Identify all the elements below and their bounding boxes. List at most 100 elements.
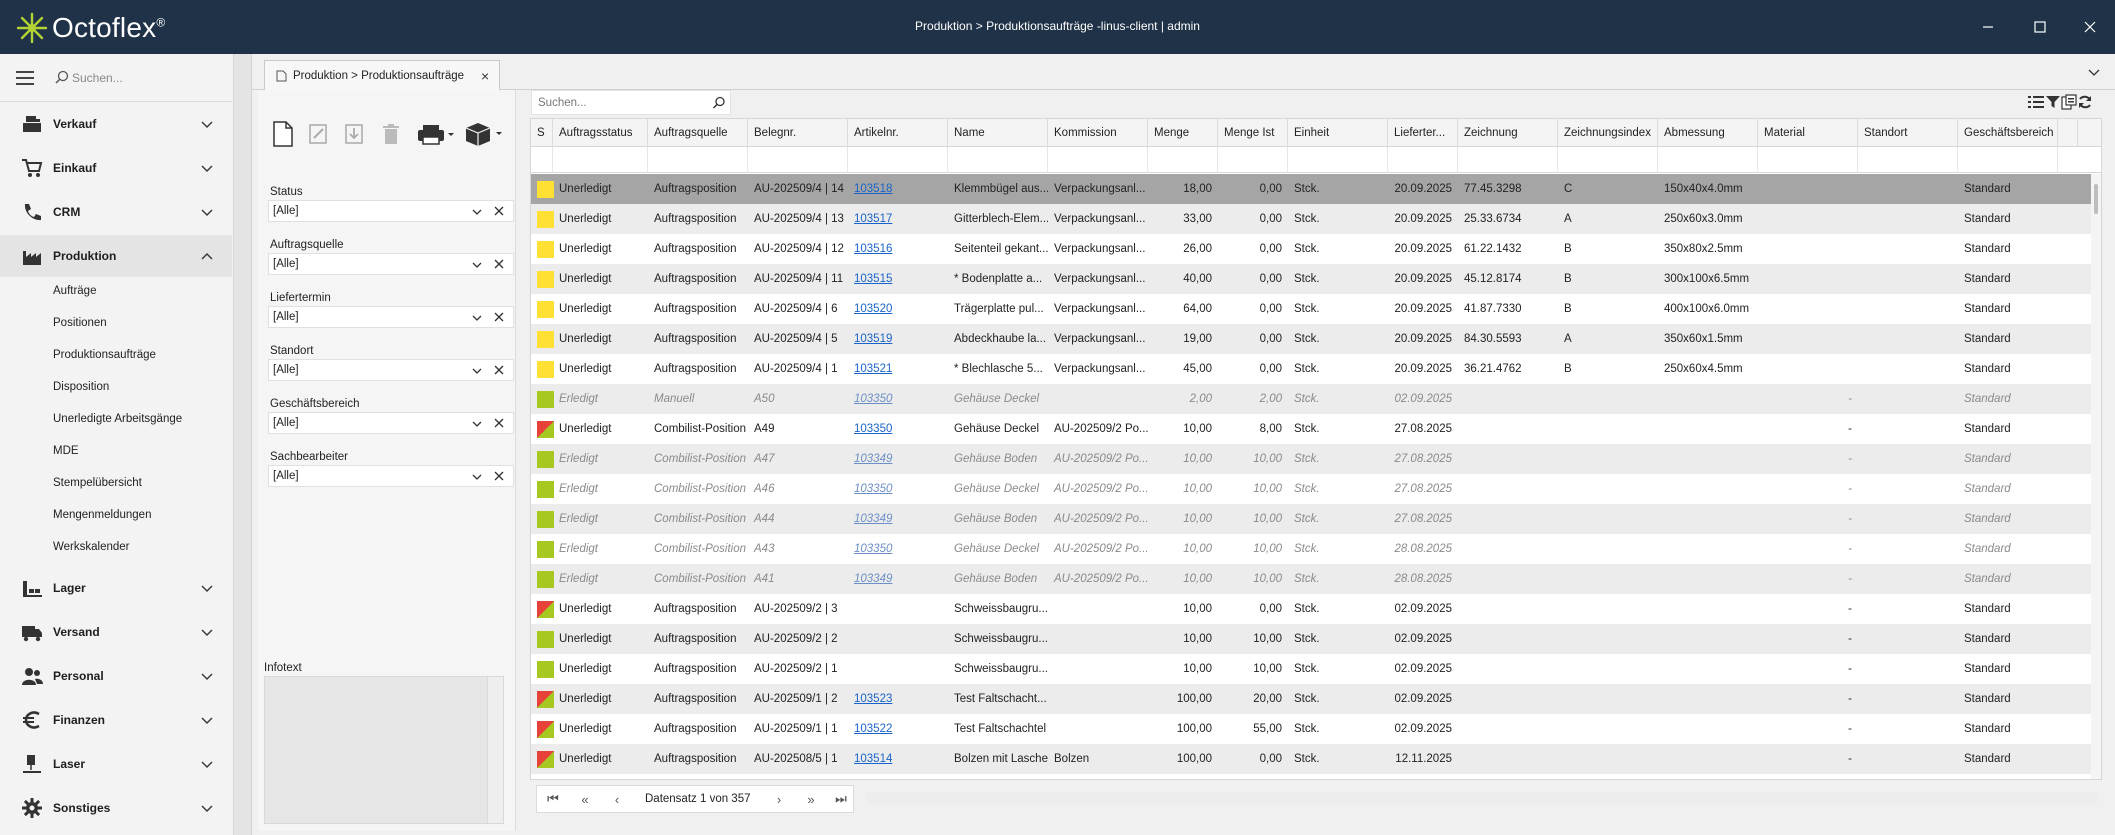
minimize-button[interactable] — [1966, 14, 2010, 40]
liefertermin-select[interactable]: [Alle] — [268, 306, 514, 328]
new-document-button[interactable] — [268, 118, 298, 150]
column-filter-status[interactable] — [553, 147, 648, 173]
geschaeftsbereich-select[interactable]: [Alle] — [268, 412, 514, 434]
next-record-icon[interactable]: › — [771, 792, 787, 807]
chevron-down-icon[interactable] — [471, 259, 483, 271]
search-icon[interactable] — [712, 96, 726, 110]
table-row[interactable]: Erledigt Combilist-Position A44 103349 Gehäu… — [531, 504, 2091, 534]
sachbearbeiter-select[interactable]: [Alle] — [268, 465, 514, 487]
sidebar-item-finanzen[interactable]: Finanzen — [0, 699, 232, 741]
cell-artikel[interactable]: 103518 — [848, 174, 948, 204]
clear-icon[interactable] — [493, 417, 505, 429]
cell-artikel[interactable]: 103522 — [848, 714, 948, 744]
sidebar-subitem-mengenmeldungen[interactable]: Mengenmeldungen — [53, 509, 151, 521]
article-link[interactable]: 103350 — [854, 483, 892, 495]
sidebar-subitem-werkskalender[interactable]: Werkskalender — [53, 541, 130, 553]
cell-artikel[interactable]: 103350 — [848, 414, 948, 444]
column-header-quelle[interactable]: Auftragsquelle — [648, 119, 748, 147]
previous-page-block-icon[interactable]: « — [577, 792, 593, 807]
chevron-down-icon[interactable] — [471, 312, 483, 324]
column-header-s[interactable]: S — [531, 119, 553, 147]
table-row[interactable]: Unerledigt Auftragsposition AU-202509/2 | … — [531, 654, 2091, 684]
table-row[interactable]: Erledigt Combilist-Position A47 103349 Gehäu… — [531, 444, 2091, 474]
table-row[interactable]: Unerledigt Auftragsposition AU-202508/5 | … — [531, 744, 2091, 774]
article-link[interactable]: 103349 — [854, 573, 892, 585]
table-row[interactable]: Unerledigt Auftragsposition AU-202509/1 | … — [531, 684, 2091, 714]
first-page-icon[interactable]: ⏮ — [545, 791, 561, 806]
sidebar-subitem-disposition[interactable]: Disposition — [53, 381, 109, 393]
column-filter-liefer[interactable] — [1388, 147, 1458, 173]
table-row[interactable]: Unerledigt Auftragsposition AU-202509/2 | … — [531, 594, 2091, 624]
table-row[interactable]: Unerledigt Auftragsposition AU-202509/4 | … — [531, 174, 2091, 204]
article-link[interactable]: 103349 — [854, 513, 892, 525]
column-header-material[interactable]: Material — [1758, 119, 1858, 147]
cell-artikel[interactable]: 103515 — [848, 264, 948, 294]
scrollbar-thumb[interactable] — [2094, 184, 2098, 214]
chevron-down-icon[interactable] — [471, 365, 483, 377]
clear-icon[interactable] — [493, 364, 505, 376]
edit-button[interactable] — [304, 118, 334, 150]
cell-artikel[interactable]: 103349 — [848, 504, 948, 534]
auftragsquelle-select[interactable]: [Alle] — [268, 253, 514, 275]
print-button[interactable] — [416, 118, 458, 150]
column-header-menge[interactable]: Menge — [1148, 119, 1218, 147]
table-row[interactable]: Erledigt Combilist-Position A46 103350 Gehäu… — [531, 474, 2091, 504]
grid-vertical-scrollbar[interactable] — [2091, 174, 2101, 779]
article-link[interactable]: 103350 — [854, 423, 892, 435]
chevron-down-icon[interactable] — [471, 418, 483, 430]
column-header-name[interactable]: Name — [948, 119, 1048, 147]
close-icon[interactable]: × — [481, 68, 489, 84]
column-filter-material[interactable] — [1758, 147, 1858, 173]
column-header-zidx[interactable]: Zeichnungsindex — [1558, 119, 1658, 147]
sidebar-subitem-positionen[interactable]: Positionen — [53, 317, 107, 329]
tab-produktionsauftraege[interactable]: Produktion > Produktionsaufträge × — [264, 60, 500, 91]
sidebar-subitem-unerledigte-arbeitsgaenge[interactable]: Unerledigte Arbeitsgänge — [53, 413, 182, 425]
column-header-beleg[interactable]: Belegnr. — [748, 119, 848, 147]
table-row[interactable]: Unerledigt Auftragsposition AU-202509/4 | … — [531, 234, 2091, 264]
sidebar-subitem-mde[interactable]: MDE — [53, 445, 79, 457]
column-filter-zidx[interactable] — [1558, 147, 1658, 173]
delete-button[interactable] — [376, 118, 406, 150]
clear-icon[interactable] — [493, 258, 505, 270]
cell-artikel[interactable]: 103350 — [848, 384, 948, 414]
package-button[interactable] — [464, 118, 506, 150]
maximize-button[interactable] — [2018, 14, 2062, 40]
column-header-einheit[interactable]: Einheit — [1288, 119, 1388, 147]
table-row[interactable]: Unerledigt Auftragsposition AU-202509/4 | … — [531, 354, 2091, 384]
column-filter-s[interactable] — [531, 147, 553, 173]
column-filter-zeichnung[interactable] — [1458, 147, 1558, 173]
sidebar-item-sonstiges[interactable]: Sonstiges — [0, 787, 232, 829]
next-page-block-icon[interactable]: » — [803, 792, 819, 807]
clear-icon[interactable] — [493, 311, 505, 323]
column-header-artikel[interactable]: Artikelnr. — [848, 119, 948, 147]
column-header-abm[interactable]: Abmessung — [1658, 119, 1758, 147]
table-row[interactable]: Unerledigt Auftragsposition AU-202509/4 | … — [531, 324, 2091, 354]
article-link[interactable]: 103521 — [854, 363, 892, 375]
cell-artikel[interactable]: 103350 — [848, 474, 948, 504]
column-filter-quelle[interactable] — [648, 147, 748, 173]
sidebar-search-input[interactable]: Suchen... — [72, 71, 123, 85]
sidebar-scrollbar[interactable] — [233, 54, 251, 835]
clear-icon[interactable] — [493, 205, 505, 217]
cell-artikel[interactable]: 103349 — [848, 564, 948, 594]
article-link[interactable]: 103516 — [854, 243, 892, 255]
status-select[interactable]: [Alle] — [268, 200, 514, 222]
table-row[interactable]: Erledigt Manuell A50 103350 Gehäuse Deckel 2,… — [531, 384, 2091, 414]
column-filter-kommission[interactable] — [1048, 147, 1148, 173]
cell-artikel[interactable]: 103519 — [848, 324, 948, 354]
column-filter-beleg[interactable] — [748, 147, 848, 173]
column-header-gb[interactable]: Geschäftsbereich — [1958, 119, 2058, 147]
menu-icon[interactable] — [16, 71, 34, 85]
infotext-scrollbar[interactable] — [487, 677, 503, 823]
refresh-icon[interactable] — [2076, 93, 2094, 111]
article-link[interactable]: 103522 — [854, 723, 892, 735]
column-filter-abm[interactable] — [1658, 147, 1758, 173]
sidebar-item-lager[interactable]: Lager — [0, 567, 232, 609]
cell-artikel[interactable]: 103523 — [848, 684, 948, 714]
article-link[interactable]: 103514 — [854, 753, 892, 765]
article-link[interactable]: 103519 — [854, 333, 892, 345]
table-row[interactable]: Unerledigt Auftragsposition AU-202509/2 | … — [531, 624, 2091, 654]
sidebar-subitem-stempeluebersicht[interactable]: Stempelübersicht — [53, 477, 142, 489]
previous-record-icon[interactable]: ‹ — [609, 792, 625, 807]
import-button[interactable] — [340, 118, 370, 150]
